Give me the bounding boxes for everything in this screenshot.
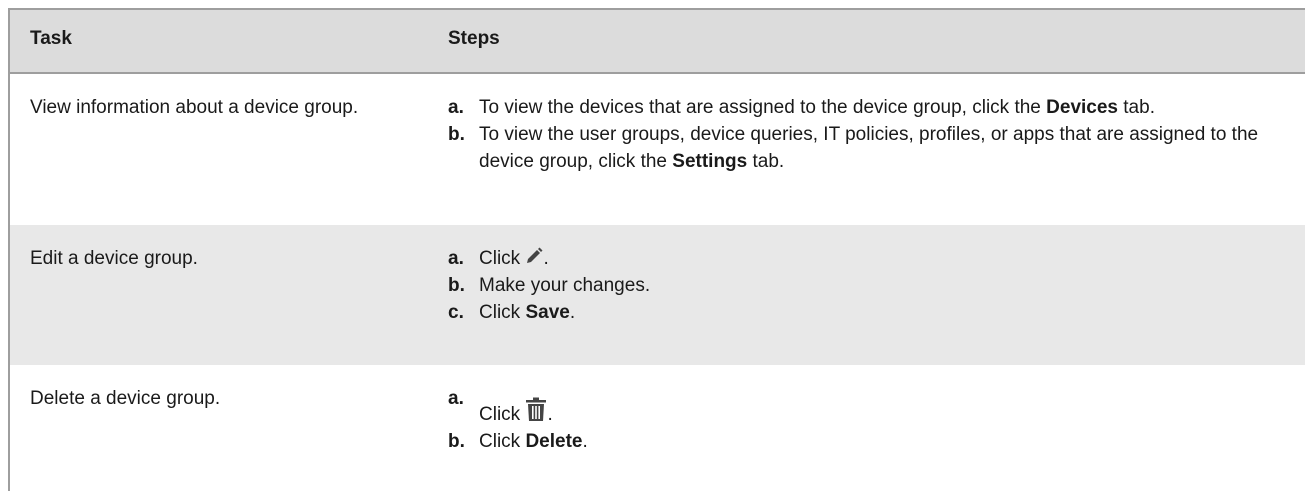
step-letter: b. <box>448 275 465 296</box>
step-letter: a. <box>448 248 464 269</box>
step-bold-term: Devices <box>1046 97 1118 118</box>
step-item: b. Click Delete. <box>448 428 1291 455</box>
step-text: . <box>543 248 549 269</box>
task-cell: View information about a device group. <box>30 97 359 118</box>
step-item: c. Click Save. <box>448 299 1291 326</box>
step-letter: c. <box>448 302 464 323</box>
task-cell: Edit a device group. <box>30 248 198 269</box>
steps-column-header: Steps <box>448 28 500 49</box>
step-bold-term: Delete <box>525 431 583 452</box>
step-item: b. To view the user groups, device queri… <box>448 121 1291 175</box>
step-text: . <box>547 404 553 425</box>
task-column-header: Task <box>30 28 72 49</box>
step-item: a. To view the devices that are assigned… <box>448 94 1291 121</box>
steps-cell: a. Click . b. Make your changes. c. Clic… <box>448 245 1291 326</box>
step-text: . <box>569 302 576 323</box>
task-cell: Delete a device group. <box>30 388 221 409</box>
steps-cell: a. Click . b. Click Delete. <box>448 385 1291 455</box>
step-letter: a. <box>448 388 464 409</box>
step-bold-term: Save <box>525 302 570 323</box>
step-bold-term: Settings <box>672 151 748 172</box>
step-text: Click <box>479 431 526 452</box>
step-letter: b. <box>448 431 465 452</box>
table-row: View information about a device group. a… <box>10 74 1305 225</box>
task-steps-table: Task Steps View information about a devi… <box>8 8 1305 491</box>
pencil-icon <box>527 247 543 263</box>
table-header-row: Task Steps <box>10 8 1305 74</box>
step-text: tab. <box>1118 97 1155 118</box>
step-text: tab. <box>747 151 785 172</box>
table-row: Edit a device group. a. Click . b. Make … <box>10 225 1305 365</box>
step-item: a. Click . <box>448 385 1291 425</box>
step-text: Make your changes. <box>479 275 651 296</box>
step-item: b. Make your changes. <box>448 272 1291 299</box>
step-text: Click <box>479 404 526 425</box>
step-letter: a. <box>448 97 464 118</box>
trash-icon <box>526 397 547 421</box>
steps-cell: a. To view the devices that are assigned… <box>448 94 1291 175</box>
step-text: Click <box>479 248 526 269</box>
table-row: Delete a device group. a. Click . b. Cli… <box>10 365 1305 491</box>
step-text: To view the user groups, device queries,… <box>479 124 1259 172</box>
step-text: Click <box>479 302 526 323</box>
step-text: To view the devices that are assigned to… <box>479 97 1047 118</box>
step-letter: b. <box>448 124 465 145</box>
step-item: a. Click . <box>448 245 1291 272</box>
step-text: . <box>582 431 588 452</box>
